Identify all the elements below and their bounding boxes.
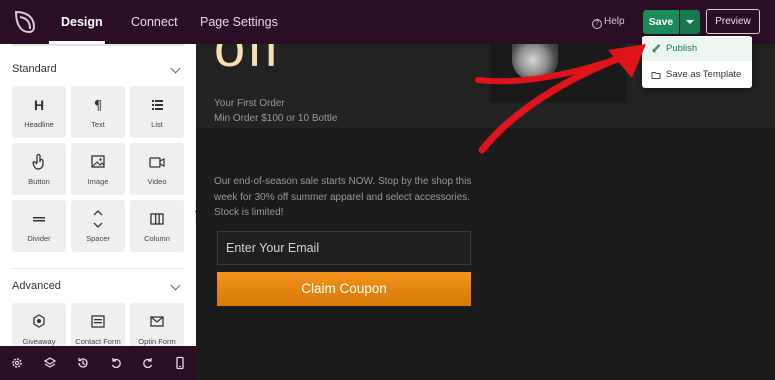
folder-icon [651,72,661,79]
element-divider[interactable]: Divider [12,200,66,252]
image-icon [91,155,105,168]
pointer-hand-icon [32,153,44,170]
preview-button[interactable]: Preview [706,9,760,34]
rocket-icon [652,44,661,53]
spacer-arrows-icon [93,210,103,228]
element-label: Video [147,177,167,186]
element-label: Text [91,120,105,129]
hero-headline-fragment: off [214,44,282,78]
element-text[interactable]: ¶ Text [71,86,125,138]
element-contact-form[interactable]: Contact Form [71,303,125,346]
product-image [490,44,626,102]
bottom-toolbar [0,346,196,380]
help-icon: ? [592,19,602,29]
section-standard-label: Standard [12,63,57,75]
hero-subtext-line: Your First Order [214,98,285,109]
element-headline[interactable]: H Headline [12,86,66,138]
mobile-preview-icon[interactable] [173,356,187,370]
element-label: Optin Form [138,337,176,346]
seedprod-logo-icon[interactable] [12,9,38,35]
save-button[interactable]: Save [643,10,679,34]
element-giveaway[interactable]: Giveaway [12,303,66,346]
element-video[interactable]: Video [130,143,184,195]
element-label: Divider [27,234,51,243]
promo-body-text: Our end-of-season sale starts NOW. Stop … [214,176,472,218]
section-divider [12,268,184,269]
element-label: Contact Form [75,337,121,346]
save-dropdown-caret-icon[interactable] [680,10,700,34]
element-label: Image [87,177,109,186]
giveaway-badge-icon [33,314,45,328]
element-button[interactable]: Button [12,143,66,195]
list-icon [152,100,163,110]
svg-text:¶: ¶ [94,99,102,114]
claim-coupon-button[interactable]: Claim Coupon [217,272,471,306]
element-label: List [151,120,163,129]
search-field-edge [12,44,184,46]
element-label: Giveaway [22,337,56,346]
tab-design[interactable]: Design [61,0,103,44]
email-input[interactable]: Enter Your Email [217,231,471,265]
video-camera-icon [149,157,165,168]
save-dropdown-menu: Publish Save as Template [642,36,752,88]
menu-item-save-as-template[interactable]: Save as Template [642,63,752,87]
element-column[interactable]: Column [130,200,184,252]
paragraph-icon: ¶ [94,99,102,114]
settings-gear-icon[interactable] [10,356,24,370]
hero-subtext-line: Min Order $100 or 10 Bottle [214,113,338,124]
element-label: Button [28,177,50,186]
element-optin-form[interactable]: Optin Form [130,303,184,346]
columns-icon [150,213,164,225]
chevron-down-icon[interactable] [170,63,181,74]
menu-item-label: Publish [666,43,698,54]
undo-icon[interactable] [109,356,123,370]
chevron-down-icon[interactable] [170,280,181,291]
redo-icon[interactable] [141,356,155,370]
element-label: Headline [24,120,54,129]
menu-item-label: Save as Template [666,69,742,80]
envelope-icon [150,316,164,327]
divider-icon [33,217,45,222]
contact-form-icon [91,315,105,328]
tab-page-settings[interactable]: Page Settings [200,0,278,44]
menu-item-publish[interactable]: Publish [642,37,752,61]
element-label: Spacer [86,234,110,243]
page-preview-canvas[interactable]: off Your First Order Min Order $100 or 1… [196,44,775,380]
element-spacer[interactable]: Spacer [71,200,125,252]
element-image[interactable]: Image [71,143,125,195]
element-list[interactable]: List [130,86,184,138]
elements-sidebar: Standard H Headline ¶ Text List Button I… [0,44,196,346]
help-link[interactable]: ? Help [592,0,625,44]
element-label: Column [144,234,170,243]
layers-icon[interactable] [43,356,57,370]
tab-connect[interactable]: Connect [131,0,178,44]
product-bottle-graphic [512,44,558,80]
help-label: Help [604,16,625,27]
headline-icon: H [34,97,44,113]
history-icon[interactable] [76,356,90,370]
section-advanced-label: Advanced [12,280,61,292]
svg-text:H: H [34,97,44,113]
